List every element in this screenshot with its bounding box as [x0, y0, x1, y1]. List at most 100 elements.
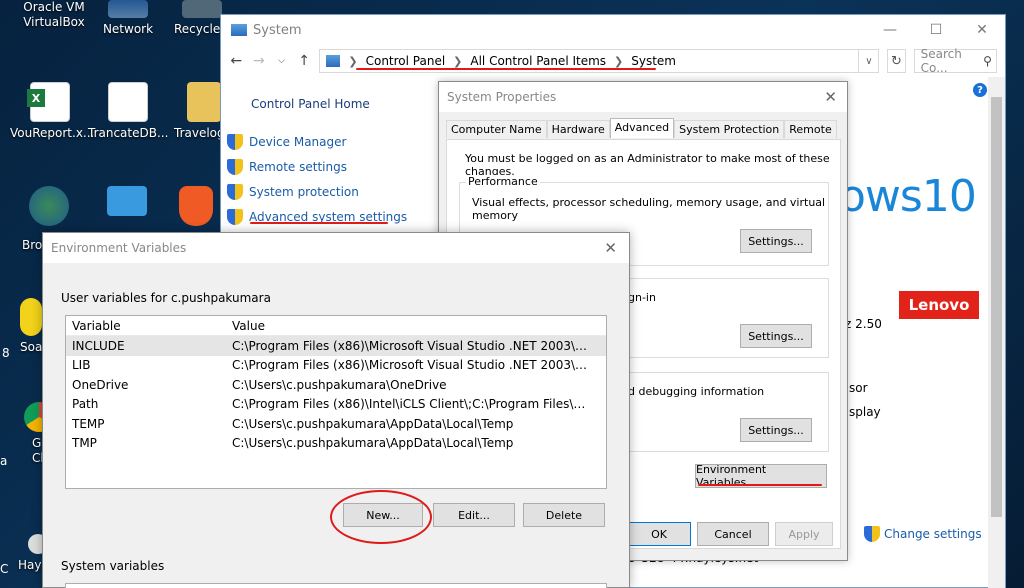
- tab-computer-name[interactable]: Computer Name: [446, 120, 547, 138]
- table-row[interactable]: TEMP C:\Users\c.pushpakumara\AppData\Loc…: [66, 414, 606, 434]
- edit-button[interactable]: Edit...: [433, 503, 515, 527]
- cancel-button[interactable]: Cancel: [697, 522, 769, 546]
- help-icon[interactable]: ?: [973, 83, 987, 97]
- desktop-icon-app[interactable]: [14, 186, 84, 230]
- desktop-icon-soap[interactable]: 8 Soap: [0, 298, 50, 360]
- table-row[interactable]: TMP C:\Users\c.pushpakumara\AppData\Loca…: [66, 434, 606, 454]
- vertical-scrollbar[interactable]: [988, 77, 1005, 588]
- desktop-icon-haysu[interactable]: C HaySu: [0, 534, 57, 576]
- close-icon[interactable]: ✕: [824, 88, 837, 106]
- nav-link-label: Remote settings: [249, 159, 347, 174]
- advanced-system-settings-link[interactable]: Advanced system settings: [227, 204, 441, 229]
- desktop-icon-label: 8: [2, 346, 10, 360]
- group-description: gn-in: [628, 291, 656, 304]
- control-panel-nav: Control Panel Home Device Manager Remote…: [221, 77, 441, 229]
- search-placeholder: Search Co...: [920, 47, 962, 75]
- user-variables-list[interactable]: Variable Value INCLUDE C:\Program Files …: [65, 315, 607, 489]
- group-title: Performance: [466, 175, 540, 188]
- windows-logo-text: ows10: [839, 171, 977, 222]
- tab-strip: Computer Name Hardware Advanced System P…: [446, 118, 847, 138]
- nav-link-label: Device Manager: [249, 134, 347, 149]
- up-arrow-icon[interactable]: ↑: [297, 53, 312, 69]
- table-row[interactable]: LIB C:\Program Files (x86)\Microsoft Vis…: [66, 356, 606, 376]
- oem-logo: Lenovo: [899, 291, 979, 319]
- breadcrumb-item[interactable]: System: [631, 54, 676, 68]
- breadcrumb-separator-icon: ❯: [348, 54, 358, 68]
- desktop-icon-trancatedb[interactable]: TrancateDB...: [88, 82, 168, 141]
- display-fragment: splay: [849, 405, 881, 419]
- shield-icon: [227, 208, 243, 225]
- desktop-icon-computer[interactable]: [92, 186, 162, 220]
- change-settings-link[interactable]: Change settings: [864, 526, 982, 542]
- close-icon[interactable]: ✕: [604, 239, 617, 257]
- system-variables-heading: System variables: [61, 559, 165, 573]
- breadcrumb-separator-icon: ❯: [614, 54, 624, 68]
- dialog-title: System Properties: [439, 82, 847, 112]
- shield-icon: [227, 158, 243, 175]
- back-arrow-icon[interactable]: ←: [229, 53, 244, 69]
- minimize-button[interactable]: —: [867, 15, 913, 45]
- desktop-icon-brave[interactable]: [166, 186, 226, 230]
- address-bar-row: ← → ⌵ ↑ ❯ Control Panel ❯ All Control Pa…: [221, 45, 1005, 77]
- recent-dropdown-icon[interactable]: ⌵: [274, 56, 289, 66]
- desktop-icon-label: Oracle VM VirtualBox: [23, 0, 85, 29]
- remote-settings-link[interactable]: Remote settings: [227, 154, 441, 179]
- variable-cell: TEMP: [72, 416, 105, 431]
- tab-remote[interactable]: Remote: [784, 120, 837, 138]
- variable-cell: LIB: [72, 358, 91, 373]
- maximize-button[interactable]: ☐: [913, 15, 959, 45]
- desktop-icon-chrome[interactable]: a G Ch: [0, 402, 54, 468]
- value-cell: C:\Users\c.pushpakumara\AppData\Local\Te…: [232, 416, 514, 431]
- shield-icon: [864, 526, 880, 542]
- variable-cell: TMP: [72, 436, 97, 451]
- recycle-bin-icon: [182, 0, 222, 18]
- processor-speed-fragment: z 2.50: [845, 317, 882, 331]
- annotation-underline-advanced-settings: [250, 222, 388, 224]
- refresh-icon[interactable]: ↻: [887, 49, 906, 73]
- variable-cell: INCLUDE: [72, 338, 125, 353]
- value-cell: C:\Users\c.pushpakumara\OneDrive: [232, 377, 447, 392]
- table-row[interactable]: Path C:\Program Files (x86)\Intel\iCLS C…: [66, 395, 606, 415]
- control-panel-home-link[interactable]: Control Panel Home: [251, 97, 441, 111]
- window-controls: — ☐ ✕: [867, 15, 1005, 45]
- tab-advanced[interactable]: Advanced: [609, 118, 675, 138]
- ok-button[interactable]: OK: [627, 522, 691, 546]
- system-variables-list[interactable]: [65, 583, 607, 588]
- nav-link-label: System protection: [249, 184, 359, 199]
- desktop-icon-voureport[interactable]: X VouReport.x...: [10, 82, 94, 141]
- performance-settings-button[interactable]: Settings...: [740, 229, 812, 253]
- breadcrumb-item[interactable]: All Control Panel Items: [470, 54, 606, 68]
- tab-system-protection[interactable]: System Protection: [674, 120, 785, 138]
- app-icon: [29, 186, 69, 226]
- variable-cell: Path: [72, 397, 99, 412]
- annotation-circle-new-button: [330, 490, 432, 544]
- control-panel-icon: [326, 55, 341, 67]
- column-header-value[interactable]: Value: [228, 319, 588, 333]
- column-header-variable[interactable]: Variable: [66, 319, 228, 333]
- database-file-icon: [108, 82, 148, 122]
- breadcrumb-item[interactable]: Control Panel: [366, 54, 446, 68]
- user-profiles-settings-button[interactable]: Settings...: [740, 324, 812, 348]
- desktop-icon-label: Network: [102, 22, 154, 36]
- excel-file-icon: X: [27, 82, 70, 122]
- startup-recovery-settings-button[interactable]: Settings...: [740, 418, 812, 442]
- apply-button[interactable]: Apply: [775, 522, 833, 546]
- variable-cell: OneDrive: [72, 377, 129, 392]
- system-protection-link[interactable]: System protection: [227, 179, 441, 204]
- address-dropdown-icon[interactable]: ∨: [859, 49, 880, 73]
- close-button[interactable]: ✕: [959, 15, 1005, 45]
- network-icon: [108, 0, 148, 18]
- search-input[interactable]: Search Co... ⚲: [913, 47, 997, 75]
- value-cell: C:\Program Files (x86)\Microsoft Visual …: [232, 338, 588, 353]
- delete-button[interactable]: Delete: [523, 503, 605, 527]
- desktop-icon-virtualbox[interactable]: Oracle VM VirtualBox: [14, 0, 94, 30]
- device-manager-link[interactable]: Device Manager: [227, 129, 441, 154]
- forward-arrow-icon[interactable]: →: [252, 53, 267, 69]
- scrollbar-thumb[interactable]: [991, 97, 1002, 517]
- desktop-icon-network[interactable]: Network: [88, 0, 168, 37]
- window-title: System: [253, 22, 302, 38]
- tab-hardware[interactable]: Hardware: [546, 120, 610, 138]
- table-row[interactable]: INCLUDE C:\Program Files (x86)\Microsoft…: [66, 336, 606, 356]
- table-row[interactable]: OneDrive C:\Users\c.pushpakumara\OneDriv…: [66, 375, 606, 395]
- desktop-icon-label: a: [0, 454, 8, 468]
